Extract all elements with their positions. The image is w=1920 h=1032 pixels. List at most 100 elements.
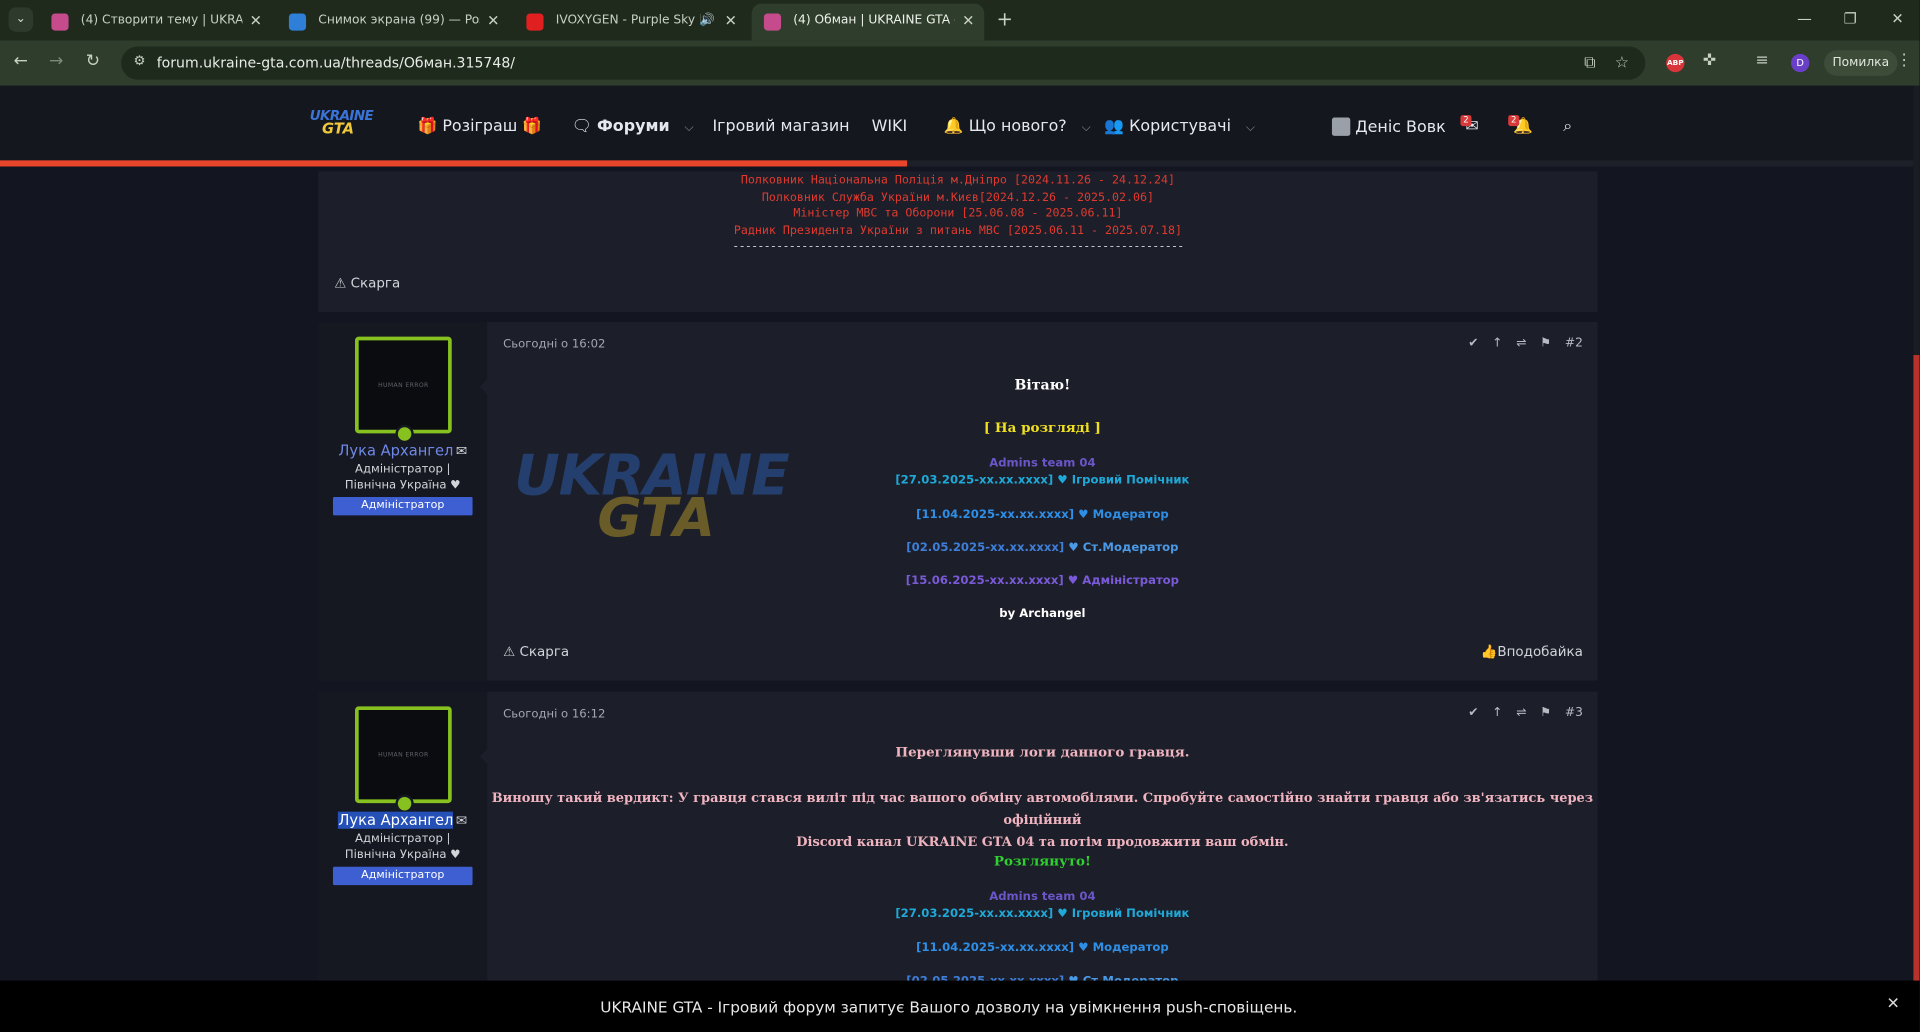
browser-window: ⌄ (4) Створити тему | UKRAINE G ✕ Снимок…: [0, 0, 1920, 1032]
nav-giveaway[interactable]: 🎁 Розіграш 🎁: [417, 118, 542, 136]
nav-forums-label: Форуми: [596, 117, 670, 136]
browser-tab-1[interactable]: (4) Створити тему | UKRAINE G ✕: [39, 4, 272, 41]
account-menu[interactable]: Деніс Вовк: [1331, 117, 1446, 138]
site-info-icon[interactable]: ⚙: [133, 53, 145, 69]
post-author-panel: HUMAN ERROR Лука Архангел ✉ Адміністратор…: [318, 691, 488, 1010]
back-icon[interactable]: ←: [13, 51, 27, 71]
history-role: ♥ Модератор: [1078, 941, 1169, 955]
url-text[interactable]: forum.ukraine-gta.com.ua/threads/Обман.3…: [157, 54, 515, 71]
envelope-icon[interactable]: ✉: [456, 813, 467, 829]
nav-whats-new[interactable]: 🔔 Що нового? ⌵: [944, 118, 1091, 136]
author-name-link[interactable]: Лука Архангел: [338, 811, 453, 829]
close-icon[interactable]: ✕: [1886, 995, 1899, 1013]
signature-line: Полковник Національна Поліція м.Дніпро […: [740, 173, 1175, 188]
reading-progress-fill: [0, 160, 907, 167]
close-tab-icon[interactable]: ✕: [962, 4, 974, 38]
report-link[interactable]: ⚠ Скарга: [334, 275, 400, 291]
post-text: Переглянувши логи данного гравця.: [895, 744, 1190, 761]
extensions-puzzle-icon[interactable]: ✜: [1703, 51, 1716, 69]
window-close-icon[interactable]: ✕: [1891, 10, 1903, 27]
history-role: ♥ Ст.Модератор: [1068, 541, 1179, 555]
close-tab-icon[interactable]: ✕: [725, 4, 737, 38]
author-name-link[interactable]: Лука Архангел: [338, 442, 453, 459]
post-verdict: Виношу такий вердикт: У гравця стався ви…: [487, 787, 1597, 853]
author-title: Адміністратор | Північна Україна ♥: [318, 831, 487, 863]
user-avatar: [1331, 117, 1351, 136]
signature-history-row: [27.03.2025-xx.xx.xxxx] ♥ Ігровий Помічн…: [487, 907, 1597, 920]
online-status-icon: [395, 794, 414, 813]
chevron-down-icon[interactable]: ⌵: [684, 121, 693, 134]
post-status-text: [ На розгляді ]: [983, 419, 1101, 436]
history-role: ♥ Модератор: [1078, 508, 1169, 522]
account-name: Деніс Вовк: [1355, 118, 1446, 138]
browser-tab-2[interactable]: Снимок экрана (99) — Postim ✕: [277, 4, 510, 41]
post-status-text: Розглянуто!: [993, 853, 1091, 870]
previous-post-signature: Полковник Національна Поліція м.Дніпро […: [318, 171, 1598, 313]
nav-forums[interactable]: 🗨 Форуми ⌵: [572, 118, 694, 136]
push-permission-message[interactable]: UKRAINE GTA - Ігровий форум запитує Вашо…: [0, 998, 1898, 1016]
nav-giveaway-label: Розіграш: [442, 117, 518, 136]
minimize-icon[interactable]: —: [1797, 10, 1812, 27]
signature-history-row: [27.03.2025-xx.xx.xxxx] ♥ Ігровий Помічн…: [487, 474, 1597, 487]
page-scrollbar-thumb[interactable]: [1913, 355, 1920, 992]
search-icon[interactable]: ⌕: [1563, 118, 1572, 136]
forum-favicon-icon: [763, 13, 782, 31]
adblock-extension-icon[interactable]: ABP: [1666, 53, 1685, 73]
forward-icon[interactable]: →: [49, 51, 63, 71]
nav-shop[interactable]: Ігровий магазин: [712, 118, 849, 136]
close-tab-icon[interactable]: ✕: [250, 4, 262, 38]
history-dates: [27.03.2025-xx.xx.xxxx]: [895, 473, 1054, 488]
post-body: Переглянувши логи данного гравця. Виношу…: [487, 692, 1597, 1010]
like-label: Вподобайка: [1497, 643, 1583, 660]
media-controls-icon[interactable]: ≡: [1756, 51, 1769, 69]
reload-icon[interactable]: ↻: [86, 51, 100, 71]
address-bar[interactable]: ⚙ forum.ukraine-gta.com.ua/threads/Обман…: [121, 46, 1646, 80]
bell-icon: 🔔: [943, 117, 964, 136]
tab-title: Снимок экрана (99) — Postim: [318, 13, 480, 27]
envelope-icon[interactable]: ✉: [456, 443, 467, 459]
push-permission-bar: UKRAINE GTA - Ігровий форум запитує Вашо…: [0, 980, 1920, 1032]
tab-search-dropdown[interactable]: ⌄: [8, 7, 34, 32]
author-avatar[interactable]: HUMAN ERROR: [355, 336, 452, 434]
inbox-count-badge: 2: [1460, 115, 1472, 127]
forum-favicon-icon: [51, 13, 69, 31]
nav-members[interactable]: 👥 Користувачі ⌵: [1104, 118, 1255, 136]
nav-members-label: Користувачі: [1129, 117, 1231, 136]
post-author-panel: HUMAN ERROR Лука Архангел ✉ Адміністратор…: [318, 321, 488, 681]
signature-block: Полковник Національна Поліція м.Дніпро […: [318, 171, 1597, 255]
audio-playing-icon[interactable]: 🔊: [700, 4, 715, 38]
restore-icon[interactable]: ❐: [1844, 10, 1857, 27]
new-tab-button[interactable]: +: [996, 8, 1012, 31]
signature-line: Полковник Служба України м.Києв[2024.12.…: [761, 190, 1154, 204]
history-dates: [11.04.2025-xx.xx.xxxx]: [916, 941, 1075, 955]
site-logo[interactable]: UKRAINE GTA: [310, 109, 374, 136]
avatar-caption: HUMAN ERROR: [378, 381, 429, 390]
install-app-icon[interactable]: ⧉: [1584, 54, 1595, 72]
user-group-banner: Адміністратор: [332, 497, 473, 516]
history-dates: [02.05.2025-xx.xx.xxxx]: [906, 541, 1065, 555]
author-title-line: Адміністратор |: [355, 832, 451, 846]
bookmark-star-icon[interactable]: ☆: [1615, 54, 1629, 72]
history-dates: [15.06.2025-xx.xx.xxxx]: [905, 574, 1064, 588]
browser-tab-3[interactable]: IVOXYGEN - Purple Sky [Pro 🔊 ✕: [514, 4, 747, 41]
close-tab-icon[interactable]: ✕: [487, 4, 499, 38]
report-link[interactable]: ⚠ Скарга: [503, 644, 569, 660]
profile-avatar[interactable]: D: [1791, 53, 1810, 73]
chevron-down-icon[interactable]: ⌵: [1082, 121, 1091, 134]
browser-tab-4-active[interactable]: (4) Обман | UKRAINE GTA - Ігр ✕: [751, 3, 985, 41]
forum-header: UKRAINE GTA 🎁 Розіграш 🎁 🗨 Форуми ⌵ Ігро…: [0, 85, 1914, 163]
update-error-button[interactable]: Помилка: [1824, 50, 1898, 76]
history-dates: [27.03.2025-xx.xx.xxxx]: [895, 907, 1054, 921]
youtube-favicon-icon: [526, 13, 544, 31]
browser-menu-icon[interactable]: ⋮: [1896, 51, 1912, 69]
author-avatar[interactable]: HUMAN ERROR: [355, 706, 452, 804]
nav-wiki[interactable]: WIKI: [872, 118, 908, 136]
like-button[interactable]: 👍Вподобайка: [1481, 644, 1583, 660]
warning-triangle-icon: ⚠: [334, 275, 347, 292]
chevron-down-icon[interactable]: ⌵: [1246, 121, 1255, 134]
post-verdict-line: Discord канал UKRAINE GTA 04 та потім пр…: [796, 834, 1289, 850]
signature-history-row: [15.06.2025-xx.xx.xxxx] ♥ Адміністратор: [487, 574, 1597, 587]
online-status-icon: [395, 424, 414, 444]
postimg-favicon-icon: [288, 13, 307, 31]
history-role: ♥ Адміністратор: [1067, 574, 1179, 588]
